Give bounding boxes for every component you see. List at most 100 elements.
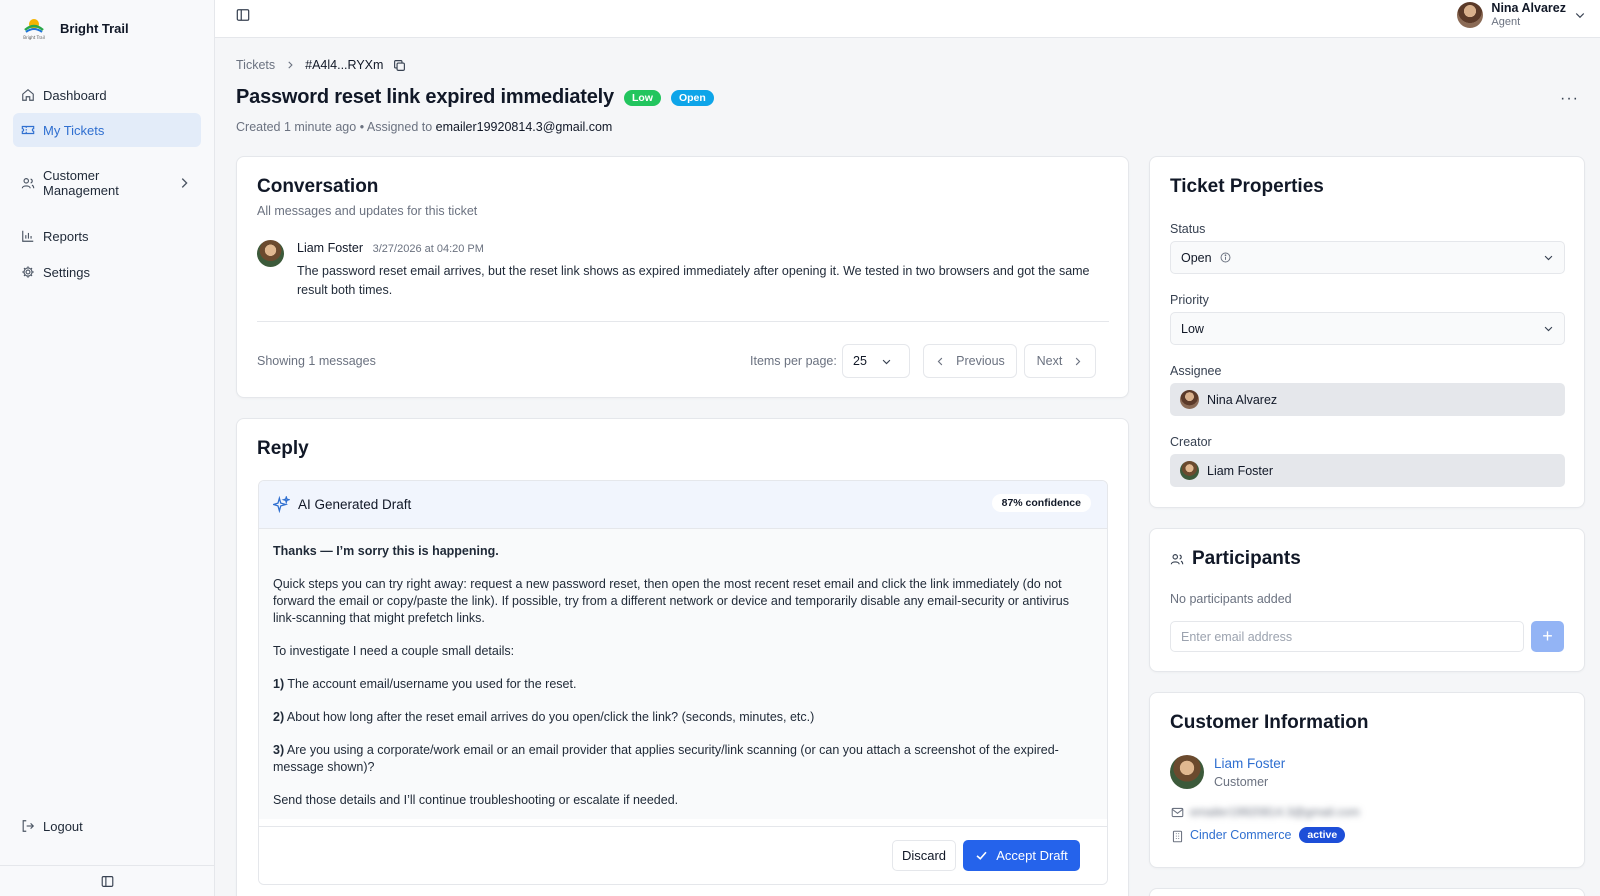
logout-label: Logout <box>43 818 83 834</box>
ticket-header: Password reset link expired immediately … <box>236 86 714 109</box>
ai-draft-header: AI Generated Draft 87% confidence <box>259 481 1107 529</box>
items-per-page-label: Items per page: <box>750 354 837 368</box>
copy-icon <box>394 59 406 71</box>
ticket-icon <box>21 125 35 135</box>
ai-draft-panel: AI Generated Draft 87% confidence Thanks… <box>258 480 1108 885</box>
previous-page-button[interactable]: Previous <box>923 344 1017 378</box>
customer-role: Customer <box>1214 775 1269 789</box>
assignee-label: Assignee <box>1170 364 1222 378</box>
avatar <box>1180 390 1199 409</box>
sparkles-icon <box>273 496 290 513</box>
sidebar-item-my-tickets[interactable]: My Tickets <box>13 113 201 147</box>
avatar <box>257 240 284 267</box>
priority-select[interactable]: Low <box>1170 312 1565 345</box>
info-icon <box>1220 252 1231 263</box>
ticket-meta: Created 1 minute ago • Assigned to email… <box>236 120 612 134</box>
draft-opening: Thanks — I’m sorry this is happening. <box>273 544 499 558</box>
question-number: 1) <box>273 677 285 691</box>
sidebar-item-label: Dashboard <box>43 87 107 103</box>
creator-value: Liam Foster <box>1207 463 1273 478</box>
brand-logo: Bright Trail <box>20 14 48 42</box>
sidebar-item-customer-management[interactable]: Customer Management <box>13 166 201 200</box>
top-bar: Nina Alvarez Agent <box>215 0 1600 38</box>
created-text: Created 1 minute ago <box>236 120 357 134</box>
question-text: About how long after the reset email arr… <box>286 710 815 724</box>
priority-badge: Low <box>623 89 661 106</box>
status-label: Status <box>1170 222 1206 236</box>
user-name: Nina Alvarez <box>1491 1 1566 15</box>
sidebar-collapse-button[interactable] <box>0 865 215 896</box>
assigned-prefix: • Assigned to <box>359 120 433 134</box>
draft-question-3: 3) Are you using a corporate/work email … <box>273 742 1093 776</box>
ticket-properties-title: Ticket Properties <box>1170 176 1324 197</box>
chevron-down-icon <box>1544 255 1553 261</box>
participants-card: Participants No participants added + <box>1149 528 1585 672</box>
participants-header: Participants <box>1170 548 1301 570</box>
message-text: The password reset email arrives, but th… <box>297 264 1090 297</box>
message-time: 3/27/2026 at 04:20 PM <box>372 243 484 255</box>
avatar <box>1457 2 1484 28</box>
copy-id-button[interactable] <box>393 59 406 72</box>
user-menu[interactable]: Nina Alvarez Agent <box>1457 1 1586 29</box>
sidebar: Bright Trail Bright Trail Dashboard My T… <box>0 0 215 896</box>
gear-icon <box>22 266 34 278</box>
panel-left-icon <box>101 875 114 887</box>
status-select[interactable]: Open <box>1170 241 1565 274</box>
items-per-page-select[interactable]: 25 <box>842 344 910 378</box>
ai-draft-label: AI Generated Draft <box>298 497 412 512</box>
breadcrumb: Tickets #A4l4...RYXm <box>236 58 406 72</box>
sidebar-item-label: Reports <box>43 228 89 244</box>
reply-card: Reply AI Generated Draft 87% confidence … <box>236 418 1129 896</box>
users-icon <box>1170 554 1184 565</box>
sidebar-item-label: My Tickets <box>43 122 105 138</box>
page-title: Password reset link expired immediately <box>236 86 614 108</box>
question-number: 2) <box>273 710 285 724</box>
customer-company-link[interactable]: Cinder Commerce <box>1190 828 1291 842</box>
breadcrumb-ticket-id: #A4l4...RYXm <box>305 58 384 72</box>
conversation-title: Conversation <box>257 176 379 197</box>
draft-paragraph: Quick steps you can try right away: requ… <box>273 577 1069 625</box>
chevron-down-icon <box>1544 326 1553 332</box>
brand[interactable]: Bright Trail Bright Trail <box>20 14 129 42</box>
avatar <box>1180 461 1199 480</box>
status-badge: Open <box>670 89 714 106</box>
svg-text:Bright Trail: Bright Trail <box>23 35 45 40</box>
bar-chart-icon <box>22 230 34 242</box>
showing-count: Showing 1 messages <box>257 354 376 368</box>
company-status-badge: active <box>1299 827 1346 843</box>
next-page-button[interactable]: Next <box>1024 344 1096 378</box>
customer-company-row: Cinder Commerce active <box>1190 827 1346 843</box>
add-participant-button[interactable]: + <box>1531 621 1564 652</box>
draft-closing: Send those details and I’ll continue tro… <box>273 793 679 807</box>
building-icon <box>1172 830 1183 843</box>
accept-draft-button[interactable]: Accept Draft <box>963 840 1080 871</box>
logout-button[interactable]: Logout <box>13 809 201 843</box>
sidebar-item-reports[interactable]: Reports <box>13 219 201 253</box>
chevron-right-icon <box>288 61 293 69</box>
sidebar-item-dashboard[interactable]: Dashboard <box>13 78 201 112</box>
question-text: The account email/username you used for … <box>287 677 577 691</box>
ai-draft-footer: Discard Accept Draft <box>259 826 1107 884</box>
logout-icon <box>22 820 35 832</box>
more-actions-button[interactable]: ··· <box>1560 90 1579 108</box>
reply-title: Reply <box>257 438 309 459</box>
sidebar-item-settings[interactable]: Settings <box>13 255 201 289</box>
home-icon <box>22 89 34 101</box>
discard-button[interactable]: Discard <box>892 840 956 871</box>
draft-paragraph: To investigate I need a couple small det… <box>273 644 515 658</box>
divider <box>257 321 1109 322</box>
customer-info-card: Customer Information Liam Foster Custome… <box>1149 692 1585 868</box>
participant-email-input[interactable] <box>1170 621 1524 652</box>
user-role: Agent <box>1491 16 1521 28</box>
question-text: Are you using a corporate/work email or … <box>273 743 1059 774</box>
status-value: Open <box>1181 250 1212 265</box>
assigned-email: emailer19920814.3@gmail.com <box>435 120 613 134</box>
customer-name-link[interactable]: Liam Foster <box>1214 756 1285 771</box>
accept-draft-label: Accept Draft <box>996 848 1068 863</box>
next-label: Next <box>1036 354 1063 368</box>
message-author: Liam Foster <box>297 241 363 255</box>
sidebar-item-label: Settings <box>43 264 90 280</box>
sidebar-toggle-button[interactable] <box>236 8 250 25</box>
ai-draft-body: Thanks — I’m sorry this is happening. Qu… <box>259 529 1107 819</box>
breadcrumb-tickets[interactable]: Tickets <box>236 58 275 72</box>
